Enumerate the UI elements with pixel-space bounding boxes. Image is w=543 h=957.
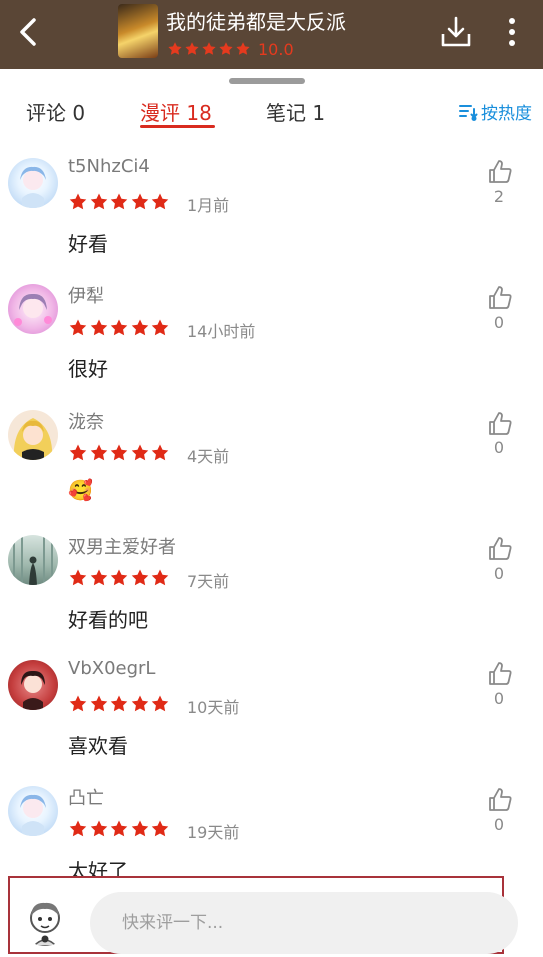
thumbs-up-icon[interactable] <box>486 660 514 688</box>
star-icon <box>151 569 169 586</box>
star-icon <box>90 695 107 712</box>
comment-rating <box>68 694 171 714</box>
star-icon <box>131 319 148 336</box>
thumbs-up-icon[interactable] <box>486 410 514 438</box>
like-count: 2 <box>493 187 505 206</box>
thumbs-up-icon[interactable] <box>486 158 514 186</box>
star-icon <box>90 444 107 461</box>
star-icon <box>131 444 148 461</box>
comment-text: 好看 <box>68 232 108 256</box>
comment-time: 19天前 <box>187 823 240 842</box>
star-icon <box>90 193 107 210</box>
comment-input[interactable] <box>90 892 518 954</box>
star-icon <box>151 444 169 461</box>
top-bar: 我的徒弟都是大反派 10.0 <box>0 0 543 69</box>
sort-icon <box>459 104 478 121</box>
star-icon <box>151 319 169 336</box>
star-icon <box>202 42 216 55</box>
comment-rating <box>68 568 171 588</box>
star-icon <box>110 820 128 837</box>
star-icon <box>69 820 87 837</box>
star-icon <box>69 193 87 210</box>
comment-rating <box>68 819 171 839</box>
star-icon <box>69 319 87 336</box>
comment-time: 14小时前 <box>187 322 256 341</box>
star-icon <box>151 695 169 712</box>
star-icon <box>69 569 87 586</box>
star-icon <box>151 193 169 210</box>
avatar[interactable] <box>8 786 58 836</box>
star-icon <box>236 42 250 55</box>
star-icon <box>90 319 107 336</box>
more-vertical-icon[interactable] <box>502 14 522 50</box>
avatar[interactable] <box>8 660 58 710</box>
comment-username[interactable]: 双男主爱好者 <box>68 533 176 559</box>
star-icon <box>168 42 182 55</box>
like-count: 0 <box>493 815 505 834</box>
like-count: 0 <box>493 564 505 583</box>
tab-notes[interactable]: 笔记 1 <box>266 97 325 126</box>
sort-label: 按热度 <box>481 104 532 124</box>
comment-input-bar <box>0 876 543 957</box>
comic-title: 我的徒弟都是大反派 <box>166 10 346 34</box>
comment-username[interactable]: VbX0egrL <box>68 658 155 679</box>
comment-time: 7天前 <box>187 572 230 591</box>
star-icon <box>90 820 107 837</box>
comment-rating <box>68 192 171 212</box>
comment-text: 很好 <box>68 357 108 381</box>
like-count: 0 <box>493 689 505 708</box>
drag-handle[interactable] <box>229 78 305 84</box>
comment-username[interactable]: t5NhzCi4 <box>68 156 150 177</box>
comment-username[interactable]: 凸亡 <box>68 784 104 810</box>
tab-comments[interactable]: 评论 0 <box>26 97 85 126</box>
comment-time: 10天前 <box>187 698 240 717</box>
comic-cover-image[interactable] <box>118 4 158 58</box>
avatar[interactable] <box>8 410 58 460</box>
comment-text: 喜欢看 <box>68 734 128 758</box>
star-icon <box>110 319 128 336</box>
thumbs-up-icon[interactable] <box>486 786 514 814</box>
like-count: 0 <box>493 313 505 332</box>
comment-rating <box>68 443 171 463</box>
avatar[interactable] <box>8 284 58 334</box>
comment-username[interactable]: 泷奈 <box>68 408 104 434</box>
star-icon <box>131 193 148 210</box>
star-icon <box>131 820 148 837</box>
sort-button[interactable]: 按热度 <box>459 99 532 124</box>
comment-time: 4天前 <box>187 447 230 466</box>
download-icon[interactable] <box>438 14 474 50</box>
thumbs-up-icon[interactable] <box>486 284 514 312</box>
tab-manga-reviews[interactable]: 漫评 18 <box>140 97 212 126</box>
star-icon <box>110 569 128 586</box>
star-icon <box>219 42 233 55</box>
comment-time: 1月前 <box>187 196 230 215</box>
star-icon <box>69 695 87 712</box>
avatar[interactable] <box>8 535 58 585</box>
comment-username[interactable]: 伊犁 <box>68 282 104 308</box>
comic-rating: 10.0 <box>167 38 294 60</box>
avatar[interactable] <box>8 158 58 208</box>
star-icon <box>151 820 169 837</box>
star-icon <box>131 695 148 712</box>
my-avatar[interactable] <box>20 896 70 946</box>
comment-rating <box>68 318 171 338</box>
rating-score: 10.0 <box>258 39 294 59</box>
active-tab-indicator <box>140 125 215 128</box>
comment-text: 好看的吧 <box>68 608 148 632</box>
star-icon <box>90 569 107 586</box>
star-icon <box>131 569 148 586</box>
star-icon <box>110 193 128 210</box>
star-icon <box>185 42 199 55</box>
comment-emoji: 🥰 <box>68 478 93 502</box>
thumbs-up-icon[interactable] <box>486 535 514 563</box>
star-icon <box>69 444 87 461</box>
like-count: 0 <box>493 438 505 457</box>
star-icon <box>110 444 128 461</box>
star-icon <box>110 695 128 712</box>
chevron-left-icon[interactable] <box>14 14 46 50</box>
